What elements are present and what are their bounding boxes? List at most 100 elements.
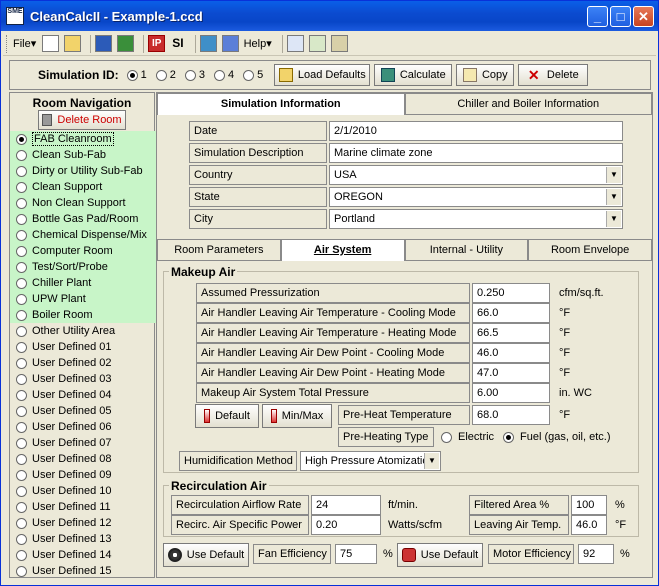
radio-dot (16, 309, 27, 321)
room-item[interactable]: User Defined 08 (10, 451, 156, 467)
chevron-down-icon[interactable]: ▼ (606, 167, 621, 183)
chevron-down-icon[interactable]: ▼ (606, 211, 621, 227)
room-item[interactable]: Chemical Dispense/Mix (10, 227, 156, 243)
calculate-button[interactable]: Calculate (374, 64, 453, 86)
room-item[interactable]: User Defined 12 (10, 515, 156, 531)
room-label: Other Utility Area (32, 325, 116, 337)
radio-dot (126, 69, 138, 81)
room-item[interactable]: Computer Room (10, 243, 156, 259)
room-item[interactable]: Other Utility Area (10, 323, 156, 339)
room-item[interactable]: User Defined 03 (10, 371, 156, 387)
copy-button[interactable]: Copy (456, 64, 515, 86)
room-item[interactable]: Chiller Plant (10, 275, 156, 291)
room-item[interactable]: User Defined 15 (10, 563, 156, 579)
use-default-fan-button[interactable]: Use Default (163, 543, 249, 567)
description-field[interactable]: Marine climate zone (329, 143, 623, 163)
sim-id-radio-1[interactable]: 1 (126, 69, 147, 81)
room-item[interactable]: User Defined 11 (10, 499, 156, 515)
room-item[interactable]: User Defined 09 (10, 467, 156, 483)
room-item[interactable]: User Defined 10 (10, 483, 156, 499)
sim-id-radio-4[interactable]: 4 (214, 69, 234, 81)
preheat-field[interactable]: 68.0 (472, 405, 550, 425)
close-button[interactable]: ✕ (633, 6, 654, 27)
tab-room-envelope[interactable]: Room Envelope (528, 239, 652, 261)
minmax-button[interactable]: Min/Max (262, 404, 332, 428)
state-select[interactable]: OREGON ▼ (329, 187, 623, 207)
electric-radio[interactable]: Electric (441, 431, 494, 443)
si-units-button[interactable]: SI (170, 35, 185, 52)
tab-chiller-boiler[interactable]: Chiller and Boiler Information (404, 93, 652, 115)
temp-unit: °F (559, 347, 571, 359)
graph-icon[interactable] (330, 35, 348, 52)
motor-efficiency-field[interactable]: 92 (578, 544, 614, 564)
country-select[interactable]: USA ▼ (329, 165, 623, 185)
sim-id-label: 1 (140, 69, 147, 81)
leaving-temp-field[interactable]: 46.0 (571, 515, 607, 535)
use-default-motor-button[interactable]: Use Default (397, 543, 483, 567)
tab-simulation-information[interactable]: Simulation Information (157, 93, 405, 115)
room-item[interactable]: User Defined 02 (10, 355, 156, 371)
minimize-button[interactable]: _ (587, 6, 608, 27)
heating-dew-field[interactable]: 47.0 (472, 363, 550, 383)
pressurization-label: Assumed Pressurization (196, 283, 470, 303)
room-item[interactable]: User Defined 07 (10, 435, 156, 451)
default-button[interactable]: Default (195, 404, 259, 428)
heating-temp-field[interactable]: 66.5 (472, 323, 550, 343)
room-item[interactable]: User Defined 05 (10, 403, 156, 419)
pressurization-field[interactable]: 0.250 (472, 283, 550, 303)
room-label: Dirty or Utility Sub-Fab (32, 165, 143, 177)
chart-icon[interactable] (308, 35, 326, 52)
open-folder-icon[interactable] (64, 35, 82, 52)
recirc-rate-field[interactable]: 24 (311, 495, 381, 515)
room-label: User Defined 12 (32, 517, 112, 529)
tab-room-parameters[interactable]: Room Parameters (157, 239, 281, 261)
help-menu[interactable]: Help ▾ (244, 37, 272, 51)
humidification-select[interactable]: High Pressure Atomizatio ▼ (300, 451, 441, 471)
room-item[interactable]: Dirty or Utility Sub-Fab (10, 163, 156, 179)
save-icon[interactable] (95, 35, 113, 52)
load-defaults-button[interactable]: Load Defaults (274, 64, 371, 86)
room-item[interactable]: Boiler Room (10, 307, 156, 323)
maximize-button[interactable]: □ (610, 6, 631, 27)
room-item[interactable]: UPW Plant (10, 291, 156, 307)
fuel-radio[interactable]: Fuel (gas, oil, etc.) (503, 431, 610, 443)
tab-air-system[interactable]: Air System (280, 239, 405, 261)
tab-internal-utility[interactable]: Internal - Utility (404, 239, 529, 261)
room-item[interactable]: User Defined 04 (10, 387, 156, 403)
delete-room-button[interactable]: Delete Room (38, 110, 126, 130)
report-icon[interactable] (286, 35, 304, 52)
system-pressure-field[interactable]: 6.00 (472, 383, 550, 403)
sim-id-radio-3[interactable]: 3 (184, 69, 205, 81)
room-item[interactable]: Clean Support (10, 179, 156, 195)
sim-id-radio-2[interactable]: 2 (155, 69, 176, 81)
room-item[interactable]: User Defined 06 (10, 419, 156, 435)
room-item[interactable]: FAB Cleanroom (10, 131, 156, 147)
new-file-icon[interactable] (42, 35, 60, 52)
cooling-temp-field[interactable]: 66.0 (472, 303, 550, 323)
room-item[interactable]: Bottle Gas Pad/Room (10, 211, 156, 227)
fan-efficiency-field[interactable]: 75 (335, 544, 377, 564)
room-item[interactable]: Clean Sub-Fab (10, 147, 156, 163)
filtered-area-field[interactable]: 100 (571, 495, 607, 515)
delete-button[interactable]: ✕ Delete (518, 64, 589, 86)
radio-dot (16, 469, 27, 481)
date-field[interactable]: 2/1/2010 (329, 121, 623, 141)
chevron-down-icon[interactable]: ▼ (606, 189, 621, 205)
calculator-icon[interactable] (199, 35, 217, 52)
save-all-icon[interactable] (117, 35, 135, 52)
room-item[interactable]: User Defined 13 (10, 531, 156, 547)
sim-id-radio-5[interactable]: 5 (243, 69, 263, 81)
room-item[interactable]: Test/Sort/Probe (10, 259, 156, 275)
room-item[interactable]: User Defined 01 (10, 339, 156, 355)
user-help-icon[interactable] (221, 35, 239, 52)
file-menu[interactable]: File ▾ (13, 37, 36, 51)
ip-units-button[interactable]: IP (148, 35, 166, 52)
radio-dot (16, 261, 27, 273)
city-select[interactable]: Portland ▼ (329, 209, 623, 229)
chevron-down-icon[interactable]: ▼ (424, 453, 439, 469)
recirc-power-field[interactable]: 0.20 (311, 515, 381, 535)
room-item[interactable]: User Defined 14 (10, 547, 156, 563)
room-label: Bottle Gas Pad/Room (32, 213, 139, 225)
cooling-dew-field[interactable]: 46.0 (472, 343, 550, 363)
room-item[interactable]: Non Clean Support (10, 195, 156, 211)
